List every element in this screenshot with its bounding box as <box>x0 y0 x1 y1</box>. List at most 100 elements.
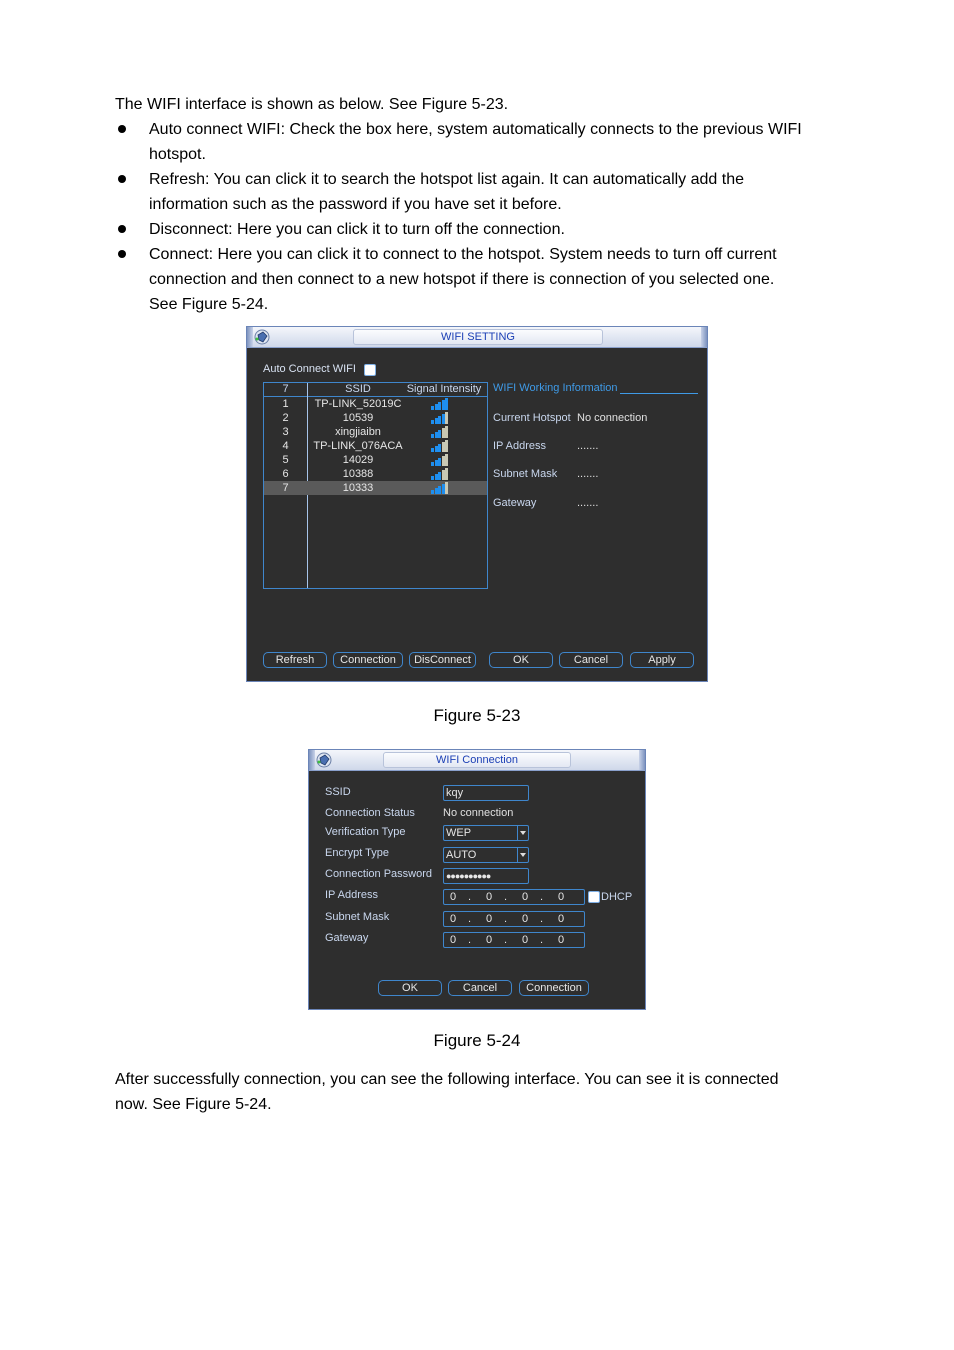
signal-bar <box>445 454 449 466</box>
chevron-down-icon[interactable] <box>517 848 528 862</box>
connection-status-value: No connection <box>443 807 514 819</box>
signal-bar <box>434 404 438 410</box>
signal-strength-icon <box>431 426 449 438</box>
signal-bar <box>431 434 434 438</box>
auto-connect-checkbox[interactable] <box>364 364 376 376</box>
hotspot-index: 4 <box>282 440 289 452</box>
signal-bar <box>438 458 442 466</box>
hotspot-index: 6 <box>282 468 289 480</box>
signal-bar <box>445 426 449 438</box>
bullet-refresh-line2: information such as the password if you … <box>149 196 562 213</box>
bullet-connect-line3: See Figure 5-24. <box>149 296 269 313</box>
hotspot-row[interactable]: 2 10539 <box>264 411 487 425</box>
bullet-icon <box>118 175 126 183</box>
ok-button[interactable]: OK <box>489 652 553 668</box>
connection-button[interactable]: Connection <box>333 652 403 668</box>
signal-bar <box>441 442 445 452</box>
title-bar: WIFI Connection <box>309 750 645 771</box>
auto-connect-label: Auto Connect WIFI <box>263 363 356 375</box>
current-hotspot-label: Current Hotspot <box>493 412 571 424</box>
encrypt-type-dropdown[interactable]: AUTO <box>443 847 529 863</box>
ok-button[interactable]: OK <box>378 980 442 996</box>
outro-line1: After successfully connection, you can s… <box>115 1071 779 1088</box>
signal-bar <box>438 486 442 494</box>
signal-bar <box>445 468 449 480</box>
ip-octet[interactable]: 0 <box>558 912 564 926</box>
subnet-mask-input[interactable]: 0. 0. 0. 0 <box>443 911 585 927</box>
ip-octet[interactable]: 0 <box>558 890 564 904</box>
ip-octet[interactable]: 0 <box>522 890 528 904</box>
encrypt-type-label: Encrypt Type <box>325 847 389 859</box>
connection-button[interactable]: Connection <box>519 980 589 996</box>
bullet-auto-connect-line1: Auto connect WIFI: Check the box here, s… <box>149 121 802 138</box>
hotspot-ssid: TP-LINK_076ACA <box>313 440 403 452</box>
header-signal-intensity: Signal Intensity <box>406 383 482 395</box>
current-hotspot-value: No connection <box>577 412 648 424</box>
verification-type-dropdown[interactable]: WEP <box>443 825 529 841</box>
ip-octet[interactable]: 0 <box>450 890 456 904</box>
gateway-label: Gateway <box>325 932 369 944</box>
window-title: WIFI SETTING <box>353 329 603 345</box>
ip-address-input[interactable]: 0. 0. 0. 0 <box>443 889 585 905</box>
wifi-connection-window: WIFI Connection SSID kqy Connection Stat… <box>308 749 646 1010</box>
intro-paragraph: The WIFI interface is shown as below. Se… <box>115 96 509 113</box>
ssid-input[interactable]: kqy <box>443 785 529 801</box>
chevron-down-icon[interactable] <box>517 826 528 840</box>
signal-bar <box>445 398 449 410</box>
signal-bar <box>438 416 442 424</box>
outro-line2: now. See Figure 5-24. <box>115 1096 272 1113</box>
hotspot-row[interactable]: 3 xingjiaibn <box>264 425 487 439</box>
ip-address-value: ....... <box>577 440 599 452</box>
ip-octet[interactable]: 0 <box>486 890 492 904</box>
ip-octet[interactable]: 0 <box>522 933 528 947</box>
hotspot-list[interactable]: 7 SSID Signal Intensity 1 TP-LINK_52019C 2… <box>263 382 488 589</box>
signal-bar <box>434 460 438 466</box>
ip-separator: . <box>540 891 544 903</box>
ip-octet[interactable]: 0 <box>450 933 456 947</box>
signal-bar <box>431 406 434 410</box>
ip-octet[interactable]: 0 <box>558 933 564 947</box>
signal-bar <box>434 474 438 480</box>
cancel-button[interactable]: Cancel <box>559 652 623 668</box>
hotspot-row[interactable]: 1 TP-LINK_52019C <box>264 397 487 411</box>
signal-bar <box>434 418 438 424</box>
hotspot-row[interactable]: 7 10333 <box>264 481 487 495</box>
signal-strength-icon <box>431 440 449 452</box>
dhcp-checkbox[interactable] <box>588 891 600 903</box>
signal-bar <box>434 488 438 494</box>
signal-bar <box>438 444 442 452</box>
apply-button[interactable]: Apply <box>630 652 694 668</box>
hotspot-index: 5 <box>282 454 289 466</box>
signal-bar <box>434 446 438 452</box>
subnet-mask-label: Subnet Mask <box>493 468 558 480</box>
hotspot-row[interactable]: 6 10388 <box>264 467 487 481</box>
hotspot-ssid: xingjiaibn <box>335 426 381 438</box>
wifi-setting-window: WIFI SETTING Auto Connect WIFI 7 SSID Si… <box>246 326 708 682</box>
signal-strength-icon <box>431 454 449 466</box>
subnet-mask-value: ....... <box>577 468 599 480</box>
ip-octet[interactable]: 0 <box>450 912 456 926</box>
cancel-button[interactable]: Cancel <box>448 980 512 996</box>
disconnect-button[interactable]: DisConnect <box>409 652 476 668</box>
hotspot-row[interactable]: 5 14029 <box>264 453 487 467</box>
signal-bar <box>441 428 445 438</box>
signal-strength-icon <box>431 398 449 410</box>
hotspot-row[interactable]: 4 TP-LINK_076ACA <box>264 439 487 453</box>
signal-strength-icon <box>431 468 449 480</box>
signal-bar <box>431 490 434 494</box>
hotspot-index: 3 <box>282 426 289 438</box>
refresh-button[interactable]: Refresh <box>263 652 327 668</box>
ip-octet[interactable]: 0 <box>486 933 492 947</box>
ip-octet[interactable]: 0 <box>486 912 492 926</box>
app-logo-icon <box>316 752 332 768</box>
signal-bar <box>441 456 445 466</box>
ip-separator: . <box>468 913 472 925</box>
bullet-icon <box>118 125 126 133</box>
bullet-icon <box>118 250 126 258</box>
ip-octet[interactable]: 0 <box>522 912 528 926</box>
gateway-input[interactable]: 0. 0. 0. 0 <box>443 932 585 948</box>
signal-bar <box>445 440 449 452</box>
connection-password-input[interactable]: ●●●●●●●●●● <box>443 868 529 884</box>
signal-bar <box>441 414 445 424</box>
signal-bar <box>431 448 434 452</box>
